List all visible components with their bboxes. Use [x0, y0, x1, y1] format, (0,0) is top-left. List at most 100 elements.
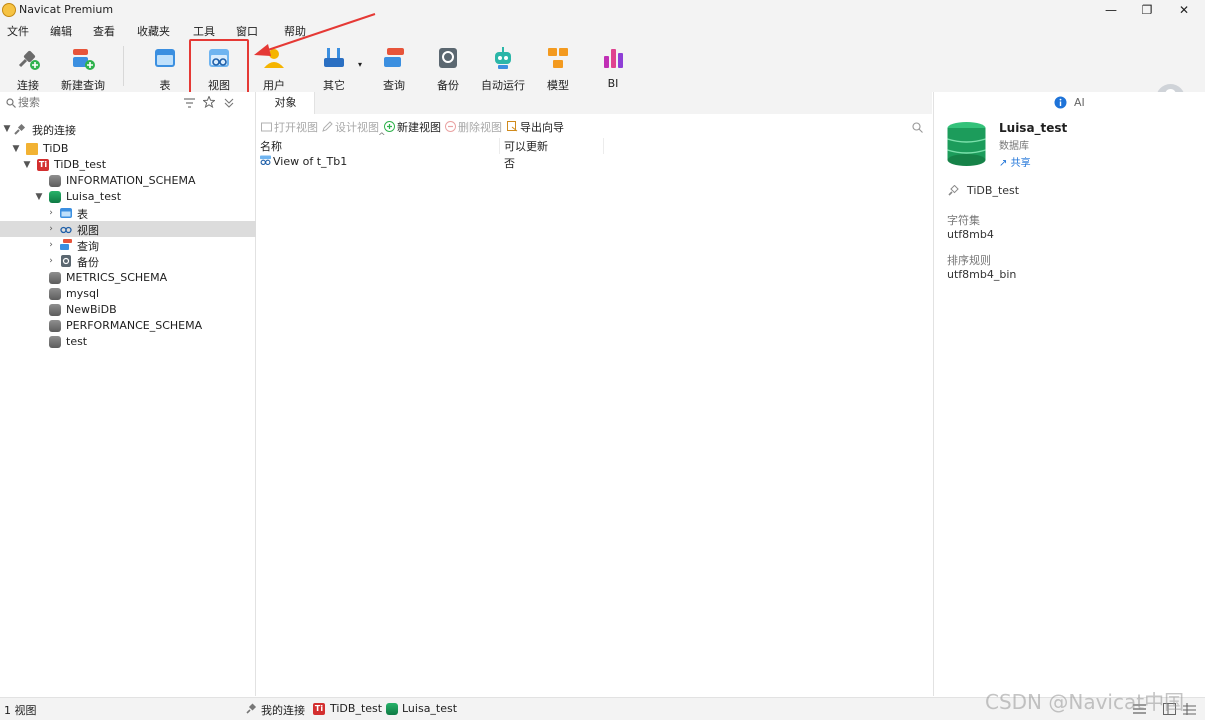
pencil-icon [322, 121, 333, 132]
collapse-all-icon[interactable] [224, 98, 234, 108]
tree-node-views[interactable]: › 视图 [0, 221, 256, 237]
tree-db-information-schema[interactable]: INFORMATION_SCHEMA [0, 173, 256, 189]
design-view-button[interactable]: 设计视图 [322, 119, 379, 135]
table-icon [60, 208, 72, 218]
menu-favorites[interactable]: 收藏夹 [137, 23, 170, 39]
query-icon [60, 239, 72, 250]
chevron-right-icon[interactable]: › [46, 255, 56, 267]
tree-node-queries[interactable]: › 查询 [0, 237, 256, 253]
folder-icon [26, 143, 38, 155]
minimize-button[interactable]: — [1093, 0, 1129, 20]
database-icon [49, 272, 61, 284]
other-label: 其它 [323, 79, 345, 92]
backup-button[interactable]: 备份 [420, 44, 476, 92]
tree-label: 备份 [77, 256, 99, 269]
export-wizard-button[interactable]: 导出向导 [507, 119, 564, 135]
menu-file[interactable]: 文件 [7, 23, 29, 39]
bi-label: BI [607, 77, 619, 90]
automation-button[interactable]: 自动运行 [475, 44, 531, 92]
navigation-pane: ▼ 我的连接 ▼ TiDB ▼ Ti TiDB_test INFORMATION… [0, 92, 256, 696]
column-header-updatable[interactable]: 可以更新 [504, 138, 604, 154]
close-button[interactable]: ✕ [1166, 0, 1202, 20]
search-icon[interactable] [912, 122, 923, 133]
filter-icon[interactable] [184, 98, 195, 108]
navicat-logo-icon [2, 3, 16, 17]
chevron-down-icon[interactable]: ▼ [11, 143, 21, 155]
new-view-button[interactable]: 新建视图 [384, 119, 441, 135]
info-icon[interactable] [1054, 96, 1067, 109]
connect-label: 连接 [17, 79, 39, 92]
bi-button[interactable]: BI [585, 44, 641, 92]
menu-view[interactable]: 查看 [93, 23, 115, 39]
plug-icon [948, 185, 959, 196]
menu-bar: 文件 编辑 查看 收藏夹 工具 窗口 帮助 [0, 20, 1205, 40]
tree-node-backups[interactable]: › 备份 [0, 253, 256, 269]
star-icon[interactable] [203, 96, 215, 108]
connect-button[interactable]: 连接 [0, 44, 56, 92]
delete-view-label: 删除视图 [458, 121, 502, 134]
charset-value: utf8mb4 [947, 228, 994, 241]
search-input[interactable] [18, 95, 178, 111]
chevron-right-icon[interactable]: › [46, 239, 56, 251]
tree-db-test[interactable]: test [0, 334, 256, 350]
chevron-down-icon[interactable]: ▼ [22, 159, 32, 171]
tree-db-mysql[interactable]: mysql [0, 286, 256, 302]
chevron-right-icon[interactable]: › [46, 223, 56, 235]
menu-tools[interactable]: 工具 [193, 23, 215, 39]
tree-label: TiDB [43, 142, 69, 155]
model-button[interactable]: 模型 [530, 44, 586, 92]
chevron-right-icon[interactable]: › [46, 207, 56, 219]
tree-label: NewBiDB [66, 303, 117, 316]
open-view-button[interactable]: 打开视图 [261, 119, 318, 135]
tab-objects[interactable]: 对象 [257, 92, 315, 114]
plug-icon [246, 703, 257, 714]
tree-label: METRICS_SCHEMA [66, 271, 168, 284]
backup-icon [439, 48, 457, 68]
model-icon [548, 48, 568, 68]
connection-name: TiDB_test [967, 184, 1020, 197]
chevron-down-icon[interactable]: ▼ [34, 191, 44, 203]
tree-label: INFORMATION_SCHEMA [66, 174, 196, 187]
new-view-label: 新建视图 [397, 121, 441, 134]
menu-edit[interactable]: 编辑 [50, 23, 72, 39]
breadcrumb-root[interactable]: 我的连接 [261, 702, 305, 718]
tree-connection-tidb-test[interactable]: ▼ Ti TiDB_test [0, 157, 256, 173]
table-label: 表 [159, 79, 171, 92]
export-wizard-label: 导出向导 [520, 121, 564, 134]
info-panel: AI Luisa_test 数据库 ↗ 共享 TiDB_test 字符集 utf… [933, 92, 1205, 696]
column-header-name[interactable]: 名称 ^ [260, 132, 500, 154]
database-open-icon [49, 191, 61, 203]
collation-label: 排序规则 [947, 254, 991, 267]
db-name: Luisa_test [999, 121, 1068, 135]
main-toolbar: 连接 新建查询 表 视图 用户 其它 ▾ 查询 备份 自动运行 模型 BI [0, 40, 1205, 113]
watermark-text: CSDN @Navicat中国 [985, 690, 1185, 714]
breadcrumb-connection[interactable]: TiDB_test [330, 702, 382, 715]
ai-tab[interactable]: AI [1074, 96, 1085, 109]
database-icon [49, 320, 61, 332]
tree-db-newbidb[interactable]: NewBiDB [0, 302, 256, 318]
maximize-button[interactable]: ❐ [1129, 0, 1165, 20]
tree-db-luisa-test[interactable]: ▼ Luisa_test [0, 189, 256, 205]
tree-db-performance-schema[interactable]: PERFORMANCE_SCHEMA [0, 318, 256, 334]
tree-group-tidb[interactable]: ▼ TiDB [0, 141, 256, 157]
tree-label: 查询 [77, 240, 99, 253]
grid-view-icon[interactable] [1183, 703, 1196, 715]
tree-node-tables[interactable]: › 表 [0, 205, 256, 221]
delete-view-button[interactable]: 删除视图 [445, 119, 502, 135]
table-button[interactable]: 表 [137, 44, 193, 92]
tree-my-connections[interactable]: ▼ 我的连接 [0, 121, 256, 137]
robot-icon [495, 47, 511, 69]
tree-label: 表 [77, 208, 88, 221]
table-icon [155, 49, 175, 67]
chevron-down-icon[interactable]: ▼ [2, 123, 12, 135]
highlight-annotation [189, 39, 249, 96]
new-query-label: 新建查询 [61, 79, 105, 92]
share-label: 共享 [1010, 158, 1031, 169]
table-row[interactable]: View of t_Tb1 [260, 155, 347, 171]
view-icon [60, 226, 72, 234]
new-query-button[interactable]: 新建查询 [55, 44, 111, 92]
database-icon [49, 288, 61, 300]
breadcrumb-database[interactable]: Luisa_test [402, 702, 457, 715]
tree-db-metrics-schema[interactable]: METRICS_SCHEMA [0, 270, 256, 286]
share-link[interactable]: ↗ 共享 [999, 154, 1031, 169]
